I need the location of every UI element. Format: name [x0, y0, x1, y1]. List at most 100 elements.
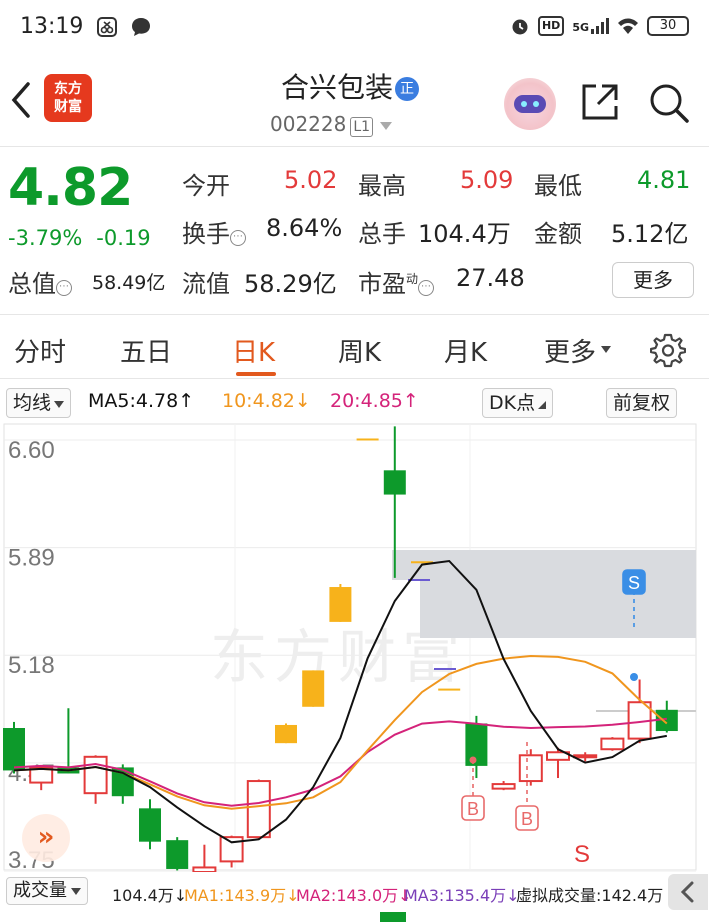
candle-body	[573, 754, 598, 759]
buy-marker[interactable]: B	[521, 809, 533, 829]
chevron-left-icon	[680, 881, 694, 903]
volume-selector[interactable]: 成交量	[6, 877, 88, 905]
tab-monthly-k[interactable]: 月K	[444, 332, 487, 369]
sell-marker[interactable]: S	[628, 573, 640, 593]
candle-body	[166, 840, 189, 869]
candle-body	[600, 737, 625, 751]
virtual-volume: 虚拟成交量:142.4万	[516, 886, 664, 905]
info-icon[interactable]: ⋯	[230, 230, 246, 246]
pe-label[interactable]: 市盈动⋯	[358, 264, 435, 299]
y-tick-label: 5.89	[8, 545, 55, 572]
candle-body	[139, 808, 161, 842]
ma5-value: MA5:4.78↑	[88, 390, 195, 412]
info-icon[interactable]: ⋯	[418, 280, 435, 296]
alarm-icon	[512, 19, 528, 35]
expand-arrow-button[interactable]: »	[22, 814, 70, 862]
caret-down-icon	[601, 346, 612, 353]
buy-marker[interactable]: B	[467, 799, 479, 819]
divider	[0, 378, 709, 379]
more-quote-button[interactable]: 更多	[612, 262, 694, 298]
dk-point-button[interactable]: DK点	[482, 388, 554, 418]
pe-value: 27.48	[456, 264, 525, 292]
active-tab-indicator	[236, 372, 276, 376]
share-icon[interactable]	[580, 82, 620, 122]
scissors-box-icon	[97, 17, 117, 37]
float-cap-label: 流值	[182, 270, 230, 298]
caret-down-icon	[54, 401, 65, 408]
mktcap-value: 58.49亿	[92, 272, 166, 294]
candle-body	[192, 866, 217, 874]
search-icon[interactable]	[648, 82, 690, 124]
vol-ma3: MA3:135.4万↓	[404, 886, 520, 905]
stock-name: 合兴包装正	[240, 66, 460, 106]
sell-signal-label: S	[574, 841, 590, 868]
ma20-value: 20:4.85↑	[330, 390, 419, 412]
candle-body	[329, 587, 352, 622]
candle-body	[83, 755, 108, 795]
volume-indicator-bar: 成交量 104.4万↓ MA1:143.9万↓ MA2:143.0万↓ MA3:…	[0, 874, 709, 910]
tab-more[interactable]: 更多	[544, 332, 612, 369]
turnover-value: 8.64%	[266, 214, 343, 242]
5g-signal-icon: 5G	[572, 18, 609, 34]
market-level-badge: L1	[350, 117, 374, 137]
marker-dot	[630, 673, 638, 681]
status-time: 13:19	[20, 14, 84, 39]
chart-period-tabs: 分时 五日 日K 周K 月K 更多	[0, 326, 709, 376]
tab-daily-k[interactable]: 日K	[232, 332, 275, 369]
tab-intraday[interactable]: 分时	[14, 332, 66, 369]
y-tick-label: 5.18	[8, 652, 55, 679]
stock-code[interactable]: 002228 L1	[270, 112, 393, 137]
chevron-left-icon[interactable]	[8, 80, 32, 120]
candle-body	[383, 470, 406, 495]
candlestick-chart[interactable]: 6.605.895.184.473.75东方财富SBBS	[0, 422, 700, 877]
mktcap-label[interactable]: 总值 ⋯	[8, 264, 72, 299]
info-icon[interactable]: ⋯	[56, 280, 72, 296]
volume-label: 总手	[358, 220, 406, 248]
low-label: 最低	[534, 172, 582, 200]
amount-value: 5.12亿	[611, 220, 689, 248]
ai-assistant-icon[interactable]	[504, 78, 556, 130]
volume-bar-peek	[380, 912, 406, 922]
change-amount: -0.19	[96, 226, 151, 250]
stock-header: 东方 财富 合兴包装正 002228 L1	[0, 56, 709, 144]
candle-body	[246, 780, 271, 839]
candle-body	[302, 670, 325, 707]
open-value: 5.02	[284, 166, 338, 194]
candle-body	[275, 724, 297, 744]
caret-down-icon	[71, 888, 81, 895]
tab-weekly-k[interactable]: 周K	[338, 332, 381, 369]
volume-value: 104.4万↓	[112, 886, 188, 905]
marker-dot	[469, 756, 477, 764]
app-logo[interactable]: 东方 财富	[44, 74, 92, 122]
high-value: 5.09	[460, 166, 514, 194]
gear-icon[interactable]	[650, 332, 686, 368]
hd-icon: HD	[537, 16, 565, 36]
adjust-button[interactable]: 前复权	[606, 388, 678, 418]
ma-selector[interactable]: 均线	[6, 388, 72, 418]
badge-icon: 正	[395, 77, 419, 101]
battery-icon: 30	[647, 16, 689, 36]
y-tick-label: 6.60	[8, 437, 55, 464]
last-price: 4.82	[8, 158, 133, 218]
open-label: 今开	[182, 172, 230, 200]
tab-five-day[interactable]: 五日	[120, 332, 172, 369]
divider	[0, 314, 709, 315]
volume-value: 104.4万	[418, 220, 511, 248]
kline-chart[interactable]: 6.605.895.184.473.75东方财富SBBS	[0, 422, 700, 877]
ma10-value: 10:4.82↓	[222, 390, 311, 412]
high-label: 最高	[358, 172, 406, 200]
candle-body	[491, 783, 516, 790]
ma-indicator-bar: 均线 MA5:4.78↑ 10:4.82↓ 20:4.85↑ DK点 前复权	[0, 386, 709, 420]
candle-body	[518, 754, 543, 783]
divider	[0, 146, 709, 147]
status-bar: 13:19 HD 5G 30	[0, 0, 709, 56]
amount-label: 金额	[534, 220, 582, 248]
collapse-panel-button[interactable]	[668, 874, 708, 910]
chat-bubble-icon	[132, 18, 150, 36]
candle-body	[438, 688, 461, 691]
turnover-label[interactable]: 换手 ⋯	[182, 214, 246, 249]
float-cap-value: 58.29亿	[244, 270, 337, 298]
caret-down-icon	[380, 122, 393, 130]
vol-ma1: MA1:143.9万↓	[184, 886, 300, 905]
wifi-icon	[618, 18, 638, 34]
